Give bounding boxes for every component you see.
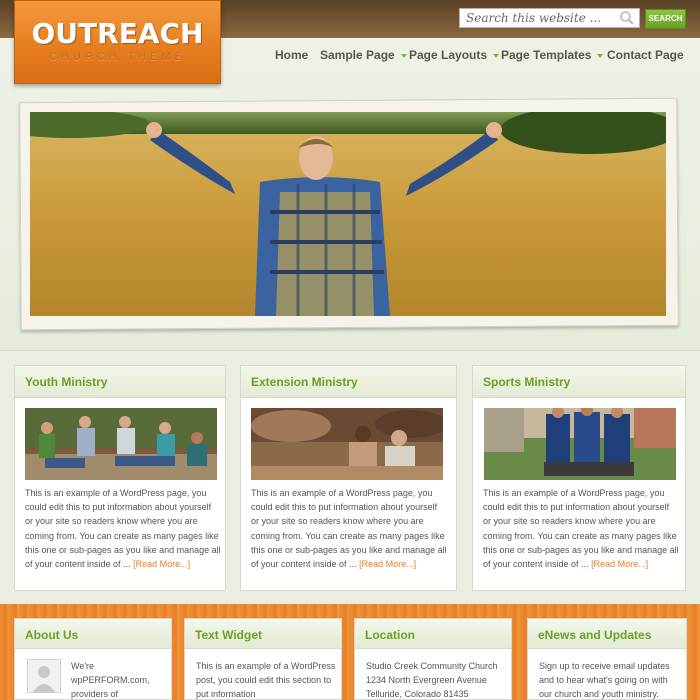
widget-title: Location	[355, 619, 511, 649]
search-button[interactable]: SEARCH	[645, 9, 686, 29]
logo-title: OUTREACH	[31, 17, 204, 50]
nav-dropdown-arrow-icon	[493, 53, 500, 58]
box-description-text: This is an example of a WordPress page, …	[25, 488, 221, 570]
enews-widget: eNews and Updates Sign up to receive ema…	[527, 618, 687, 700]
text-widget: Text Widget This is an example of a Word…	[184, 618, 342, 700]
nav-item-label: Sample Page	[320, 48, 395, 62]
widget-text: Sign up to receive email updates and to …	[539, 661, 670, 700]
youth-ministry-box: Youth Ministry This is an example of a W…	[14, 365, 226, 591]
nav-dropdown-arrow-icon	[400, 53, 407, 58]
about-us-widget: About Us We're wpPERFORM.com, providers …	[14, 618, 172, 700]
avatar-placeholder-icon	[28, 660, 60, 692]
main-nav: Home Sample Page Page Layouts Page Templ…	[0, 48, 700, 64]
section-divider	[0, 350, 700, 351]
widget-text: This is an example of a WordPress post, …	[196, 661, 336, 700]
box-title: Extension Ministry	[241, 366, 456, 398]
search-input[interactable]: Search this website ...	[459, 8, 640, 28]
read-more-link[interactable]: [Read More...]	[591, 559, 648, 569]
box-title: Youth Ministry	[15, 366, 225, 398]
box-description: This is an example of a WordPress page, …	[25, 486, 221, 571]
extension-ministry-image[interactable]	[251, 408, 443, 480]
box-description-text: This is an example of a WordPress page, …	[251, 488, 447, 570]
nav-item-label: Home	[275, 48, 309, 62]
address-line: Telluride, Colorado 81435	[366, 689, 469, 700]
hero-image	[30, 112, 666, 316]
widget-title: About Us	[15, 619, 171, 649]
widget-title: eNews and Updates	[528, 619, 686, 649]
box-title: Sports Ministry	[473, 366, 685, 398]
box-description: This is an example of a WordPress page, …	[483, 486, 679, 571]
address-line: 1234 North Evergreen Avenue	[366, 675, 487, 686]
read-more-link[interactable]: [Read More...]	[359, 559, 416, 569]
nav-item-label: Page Layouts	[409, 48, 488, 62]
box-description: This is an example of a WordPress page, …	[251, 486, 447, 571]
widget-title: Text Widget	[185, 619, 341, 649]
sports-ministry-image[interactable]	[484, 408, 676, 480]
extension-ministry-box: Extension Ministry This is an example of…	[240, 365, 457, 591]
nav-item-label: Page Templates	[501, 48, 592, 62]
nav-item-label: Contact Page	[607, 48, 684, 62]
nav-item-page-layouts[interactable]: Page Layouts	[409, 48, 500, 62]
avatar	[27, 659, 61, 693]
nav-item-page-templates[interactable]: Page Templates	[501, 48, 604, 62]
sports-ministry-box: Sports Ministry This is an example of a …	[472, 365, 686, 591]
box-description-text: This is an example of a WordPress page, …	[483, 488, 679, 570]
location-widget: Location Studio Creek Community Church 1…	[354, 618, 512, 700]
nav-dropdown-arrow-icon	[597, 53, 604, 58]
widget-text: We're wpPERFORM.com, providers of	[71, 661, 150, 700]
address-block: Studio Creek Community Church 1234 North…	[366, 659, 512, 700]
nav-item-contact-page[interactable]: Contact Page	[607, 48, 684, 62]
nav-item-sample-page[interactable]: Sample Page	[320, 48, 407, 62]
address-line: Studio Creek Community Church	[366, 661, 498, 671]
site-logo[interactable]: OUTREACH CHURCH THEME	[14, 0, 221, 84]
youth-ministry-image[interactable]	[25, 408, 217, 480]
search-icon[interactable]	[619, 10, 635, 26]
read-more-link[interactable]: [Read More...]	[133, 559, 190, 569]
nav-item-home[interactable]: Home	[275, 48, 308, 62]
